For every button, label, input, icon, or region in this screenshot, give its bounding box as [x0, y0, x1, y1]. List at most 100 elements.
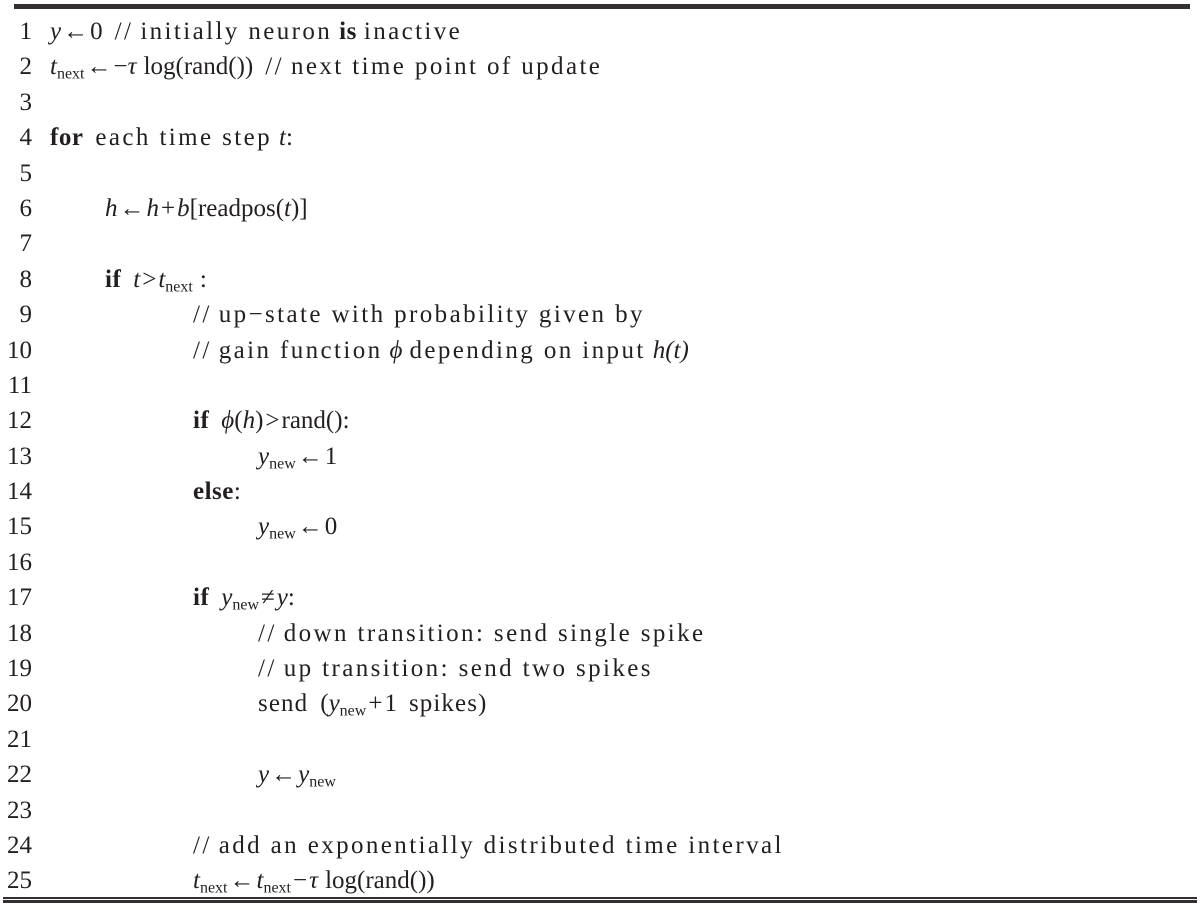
code-line: 4 for each time step t:: [0, 120, 1200, 155]
subscript-next: next: [165, 278, 193, 296]
code-line: 19 //up transition: send two spikes: [0, 651, 1200, 686]
line-content: else:: [193, 474, 241, 509]
code-line: 24 //add an exponentially distributed ti…: [0, 828, 1200, 863]
code-line: 21: [0, 722, 1200, 757]
line-content: //up transition: send two spikes: [258, 651, 653, 686]
token-var-h: h: [146, 194, 160, 222]
algorithm-figure: 1 y←0//initially neuron is inactive 2 tnex…: [0, 0, 1200, 910]
code-line: 18 //down transition: send single spike: [0, 616, 1200, 651]
loop-text: each time step: [95, 124, 273, 152]
line-number: 1: [19, 18, 33, 45]
line-number: 24: [7, 831, 32, 859]
line-number: 8: [19, 265, 33, 293]
token-arrow: ←: [86, 53, 112, 81]
line-number: 13: [7, 442, 32, 470]
code-line: 10 //gain function ϕ depending on input h(t…: [0, 333, 1200, 368]
token-var-y: y: [276, 584, 288, 612]
code-line: 14 else:: [0, 474, 1200, 509]
comment-text: up−state with probability given by: [218, 301, 645, 329]
line-number: 16: [7, 548, 32, 576]
paren-close: ): [426, 867, 435, 895]
token-var-t: t: [284, 194, 291, 222]
comment-marker: //: [114, 18, 134, 45]
line-number: 18: [7, 619, 32, 647]
token-var-y: y: [298, 761, 310, 789]
token-gt: >: [265, 407, 280, 435]
line-number: 17: [7, 584, 32, 612]
subscript-new: new: [269, 525, 296, 543]
line-number: 19: [7, 655, 32, 683]
token-phi: ϕ: [221, 407, 235, 435]
comment-text: depending on input: [409, 336, 646, 364]
paren-open: (: [665, 336, 674, 364]
comment-marker: //: [258, 655, 277, 683]
comment-marker: //: [193, 831, 212, 859]
token-readpos: readpos: [197, 194, 276, 222]
token-plus: +: [161, 194, 176, 222]
line-number: 22: [7, 761, 32, 789]
token-phi: ϕ: [389, 336, 403, 364]
bracket-open: [: [189, 194, 198, 222]
subscript-new: new: [339, 702, 367, 720]
code-line: 9 //up−state with probability given by: [0, 297, 1200, 332]
token-var-y: y: [258, 761, 270, 789]
code-line: 2 tnext←−τ log(rand()) //next time point o…: [0, 49, 1200, 84]
token-send: send: [258, 690, 309, 718]
code-line: 7: [0, 226, 1200, 261]
token-var-b: b: [177, 194, 190, 222]
token-var-h: h: [105, 194, 118, 222]
paren-open: (: [175, 53, 184, 81]
paren-open: (: [275, 194, 285, 222]
code-line: 13 ynew←1: [0, 439, 1200, 474]
code-line: 22 y←ynew: [0, 757, 1200, 792]
token-colon: :: [287, 584, 295, 612]
paren-close: ): [680, 336, 689, 364]
token-arrow: ←: [63, 18, 89, 45]
token-var-t: t: [50, 53, 57, 81]
comment-text: add an exponentially distributed time in…: [218, 831, 784, 859]
keyword-else: else: [193, 478, 234, 506]
paren-open: (: [234, 407, 243, 435]
token-tau: τ: [127, 53, 137, 81]
comment-marker: //: [193, 336, 212, 364]
line-content: //gain function ϕ depending on input h(t): [193, 333, 689, 368]
code-line: 12 if ϕ(h)>rand():: [0, 403, 1200, 438]
line-content: if ϕ(h)>rand():: [193, 403, 350, 438]
line-number: 5: [19, 159, 33, 187]
line-number: 10: [7, 336, 32, 364]
code-line: 8 if t>tnext:: [0, 262, 1200, 297]
token-spikes: spikes: [408, 690, 479, 718]
line-content: y←0 //initially neuron is inactive: [50, 14, 462, 49]
paren-close: ): [478, 690, 487, 718]
line-number: 4: [19, 124, 33, 152]
paren-open: (: [320, 690, 329, 718]
comment-text: down transition: send single spike: [283, 619, 706, 647]
token-zero: 0: [90, 18, 103, 45]
line-number: 6: [19, 194, 33, 222]
token-var-y: y: [258, 442, 270, 470]
keyword-for: for: [50, 124, 84, 152]
bottom-rule-thick: [3, 900, 1197, 903]
line-number: 11: [7, 371, 32, 399]
comment-text: up transition: send two spikes: [283, 655, 653, 683]
line-number: 15: [7, 513, 32, 541]
line-number: 2: [19, 53, 33, 81]
code-line: 16: [0, 545, 1200, 580]
token-var-t: t: [279, 124, 286, 152]
token-var-y: y: [50, 18, 62, 45]
token-var-y: y: [258, 513, 270, 541]
line-number: 9: [19, 301, 33, 329]
code-line: 23: [0, 793, 1200, 828]
token-zero: 0: [324, 513, 338, 541]
token-plus: +: [368, 690, 383, 718]
subscript-next: next: [263, 879, 291, 897]
token-arrow: ←: [119, 194, 145, 222]
token-arrow: ←: [229, 867, 255, 895]
token-colon: :: [285, 124, 293, 152]
code-line: 20 send (ynew+1 spikes): [0, 686, 1200, 721]
token-rand: rand(): [281, 407, 343, 435]
subscript-next: next: [199, 879, 228, 897]
subscript-new: new: [309, 773, 336, 791]
line-content: //up−state with probability given by: [193, 297, 645, 332]
code-line: 6 h←h+b[readpos(t)]: [0, 191, 1200, 226]
